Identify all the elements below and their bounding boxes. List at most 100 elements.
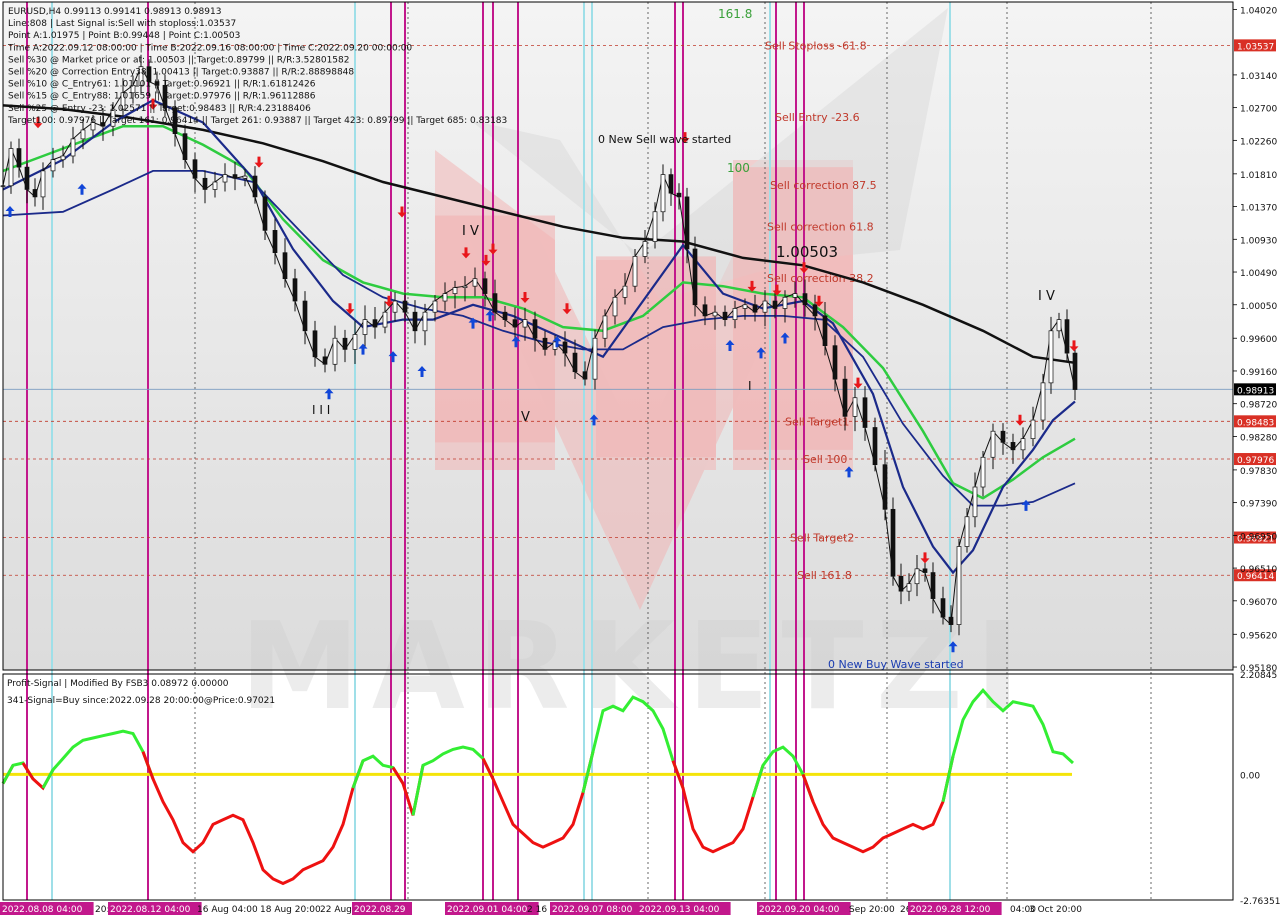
candle-body-96 bbox=[922, 568, 928, 573]
candle-body-29 bbox=[272, 230, 278, 254]
level-price-tag-6: 0.97976 bbox=[1237, 456, 1274, 466]
x-axis-label-1: 20: bbox=[95, 905, 109, 915]
candle-body-31 bbox=[292, 278, 298, 302]
candle-body-45 bbox=[432, 300, 438, 313]
candle-body-107 bbox=[1020, 438, 1026, 451]
level-label-4: Sell correction 38.2 bbox=[767, 272, 874, 285]
candle-body-54 bbox=[522, 319, 528, 328]
candle-body-7 bbox=[60, 155, 66, 161]
candle-body-70 bbox=[676, 192, 682, 198]
x-axis-label-4: 18 Aug 20:00 bbox=[260, 905, 321, 915]
candle-body-8 bbox=[70, 138, 76, 157]
candle-body-84 bbox=[812, 304, 818, 317]
candle-body-74 bbox=[712, 311, 718, 317]
level-label-8: Sell 161.8 bbox=[797, 569, 852, 582]
candle-body-47 bbox=[452, 287, 458, 294]
x-axis-label-7: 2022.09.01 04:00 bbox=[447, 905, 528, 915]
candle-body-25 bbox=[232, 174, 238, 179]
level-label-3: Sell correction 61.8 bbox=[767, 221, 874, 234]
candle-body-41 bbox=[392, 300, 398, 313]
candle-body-103 bbox=[980, 456, 986, 488]
candle-body-69 bbox=[668, 174, 674, 194]
candle-body-24 bbox=[222, 174, 228, 183]
point-c-label: 1.00503 bbox=[776, 243, 838, 261]
price-tick-label-5: 1.01370 bbox=[1240, 204, 1277, 214]
x-axis-label-14: 2022.09.28 12:00 bbox=[910, 905, 991, 915]
candle-body-34 bbox=[322, 356, 328, 365]
candle-body-71 bbox=[684, 196, 690, 250]
x-axis-label-16: 3 Oct 20:00 bbox=[1029, 905, 1082, 915]
candle-body-38 bbox=[362, 319, 368, 335]
level-label-2: Sell correction 87.5 bbox=[770, 179, 877, 192]
x-axis-label-10: 2022.09.13 04:00 bbox=[639, 905, 720, 915]
candle-body-95 bbox=[914, 568, 920, 585]
header-line-9: Target100: 0.97976 || Target 161: 0.9641… bbox=[7, 116, 507, 126]
candle-body-64 bbox=[622, 285, 628, 298]
wave-iv-label: I V bbox=[462, 224, 479, 239]
candle-body-108 bbox=[1030, 419, 1036, 440]
candle-body-83 bbox=[802, 293, 808, 306]
level-label-1: Sell Entry -23.6 bbox=[775, 111, 860, 124]
price-tick-label-6: 1.00930 bbox=[1240, 236, 1277, 246]
candle-body-88 bbox=[852, 397, 858, 417]
candle-body-67 bbox=[652, 211, 658, 242]
candle-body-44 bbox=[422, 311, 428, 332]
candle-body-30 bbox=[282, 252, 288, 280]
candle-body-37 bbox=[352, 334, 358, 350]
candle-body-59 bbox=[572, 352, 578, 373]
candle-body-72 bbox=[692, 248, 698, 306]
price-tick-label-3: 1.02260 bbox=[1240, 137, 1277, 147]
candle-body-101 bbox=[964, 516, 970, 547]
header-line-2: Point A:1.01975 | Point B:0.99448 | Poin… bbox=[8, 31, 240, 41]
price-tick-label-7: 1.00490 bbox=[1240, 269, 1277, 279]
candle-body-93 bbox=[898, 575, 904, 592]
x-axis-label-2: 2022.08.12 04:00 bbox=[110, 905, 191, 915]
candle-body-28 bbox=[262, 196, 268, 231]
candle-body-42 bbox=[402, 300, 408, 313]
candle-body-97 bbox=[930, 572, 936, 599]
fib-100-label: 100 bbox=[727, 161, 750, 175]
candle-body-66 bbox=[642, 241, 648, 257]
candle-body-39 bbox=[372, 319, 378, 328]
candle-body-68 bbox=[660, 174, 666, 213]
candle-body-89 bbox=[862, 397, 868, 428]
trading-chart[interactable]: MARKETZI Sell Stoploss -61.8 1.03537 Sell … bbox=[0, 0, 1280, 920]
candle-body-85 bbox=[822, 315, 828, 347]
candle-body-99 bbox=[948, 616, 954, 625]
x-axis-label-3: 16 Aug 04:00 bbox=[197, 905, 258, 915]
candle-body-77 bbox=[742, 304, 748, 309]
level-label-7: Sell Target2 bbox=[790, 532, 854, 545]
candle-body-110 bbox=[1048, 330, 1054, 384]
candle-body-62 bbox=[602, 315, 608, 339]
wave-iv-right-label: I V bbox=[1038, 289, 1055, 304]
indicator-title: Profit-Signal | Modified By FSB3 0.08972… bbox=[7, 679, 229, 689]
candle-body-100 bbox=[956, 546, 962, 625]
candle-body-60 bbox=[582, 371, 588, 380]
candle-body-23 bbox=[212, 181, 218, 190]
indicator-tick-label-2: -2.76351 bbox=[1240, 897, 1280, 907]
candle-body-113 bbox=[1072, 352, 1078, 390]
header-line-3: Time A:2022.09.12 08:00:00 | Time B:2022… bbox=[7, 43, 412, 53]
candle-body-26 bbox=[242, 175, 248, 179]
candle-body-63 bbox=[612, 296, 618, 317]
x-axis-label-8: 2 16 bbox=[527, 905, 547, 915]
current-price-tag: 0.98913 bbox=[1237, 386, 1274, 396]
level-label-6: Sell 100 bbox=[803, 453, 847, 466]
candle-body-27 bbox=[252, 175, 258, 198]
candle-body-55 bbox=[532, 319, 538, 339]
price-tick-label-9: 0.99600 bbox=[1240, 335, 1277, 345]
candle-body-40 bbox=[382, 311, 388, 328]
chart-canvas[interactable]: MARKETZI Sell Stoploss -61.8 1.03537Sell … bbox=[0, 0, 1280, 920]
candle-body-49 bbox=[472, 278, 478, 287]
level-label-0: Sell Stoploss -61.8 bbox=[765, 39, 867, 52]
candle-body-87 bbox=[842, 378, 848, 417]
candle-body-48 bbox=[462, 285, 468, 288]
candle-body-86 bbox=[832, 345, 838, 380]
candle-body-106 bbox=[1010, 442, 1016, 451]
x-axis-label-5: 22 Aug bbox=[320, 905, 352, 915]
level-label-5: Sell Target1 bbox=[785, 415, 849, 428]
candle-body-104 bbox=[990, 430, 996, 458]
candle-body-61 bbox=[592, 337, 598, 380]
candle-body-98 bbox=[940, 598, 946, 618]
candle-body-58 bbox=[562, 341, 568, 354]
